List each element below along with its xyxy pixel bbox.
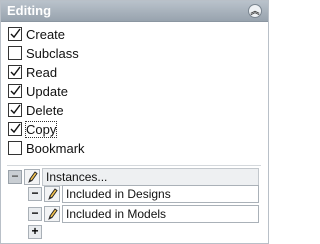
- remove-item-button[interactable]: −: [28, 207, 42, 221]
- checkbox-label: Update: [26, 83, 68, 99]
- checkbox-label: Create: [26, 26, 66, 42]
- checkbox-box[interactable]: [8, 122, 22, 136]
- checkbox-label: Subclass: [26, 45, 79, 61]
- included-in-designs-field[interactable]: Included in Designs: [62, 185, 259, 203]
- checkbox-box[interactable]: [8, 103, 22, 117]
- checkbox-box[interactable]: [8, 84, 22, 98]
- collapse-instances-button[interactable]: −: [8, 170, 22, 184]
- panel-header: Editing ︽: [1, 1, 268, 22]
- checkbox-read[interactable]: Read: [8, 63, 57, 81]
- instances-field[interactable]: Instances...: [42, 168, 259, 186]
- divider: [7, 165, 261, 166]
- pencil-icon[interactable]: [44, 186, 60, 202]
- checkbox-box[interactable]: [8, 65, 22, 79]
- included-in-models-field[interactable]: Included in Models: [62, 205, 259, 223]
- checkbox-bookmark[interactable]: Bookmark: [8, 139, 85, 157]
- remove-item-button[interactable]: −: [28, 187, 42, 201]
- checkbox-label: Bookmark: [26, 140, 85, 156]
- collapse-icon[interactable]: ︽: [248, 4, 262, 18]
- checkbox-copy[interactable]: Copy: [8, 120, 58, 138]
- checkbox-create[interactable]: Create: [8, 25, 65, 43]
- checkbox-box[interactable]: [8, 27, 22, 41]
- editing-panel: Editing ︽ Create Subclass Read Update De…: [0, 0, 269, 244]
- checkbox-label: Read: [26, 64, 58, 80]
- checkbox-box[interactable]: [8, 46, 22, 60]
- checkbox-label: Delete: [26, 102, 64, 118]
- checkbox-label: Copy: [24, 120, 58, 138]
- panel-title: Editing: [7, 3, 52, 18]
- checkbox-subclass[interactable]: Subclass: [8, 44, 79, 62]
- add-item-button[interactable]: +: [28, 225, 42, 239]
- checkbox-update[interactable]: Update: [8, 82, 68, 100]
- checkbox-delete[interactable]: Delete: [8, 101, 64, 119]
- checkbox-box[interactable]: [8, 141, 22, 155]
- pencil-icon[interactable]: [24, 169, 40, 185]
- pencil-icon[interactable]: [44, 206, 60, 222]
